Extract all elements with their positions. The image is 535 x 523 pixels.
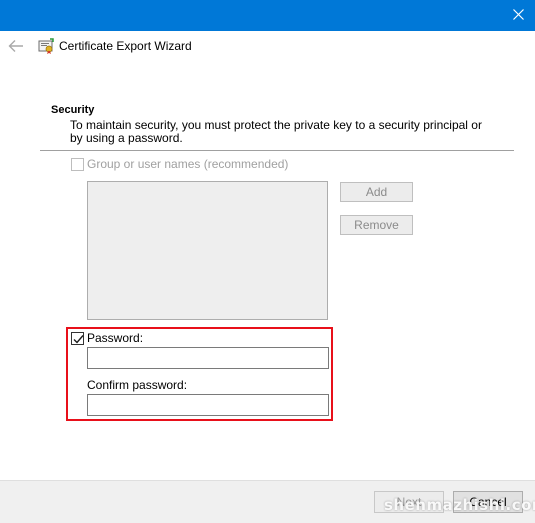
password-label: Password:: [87, 331, 144, 345]
back-arrow-icon[interactable]: [8, 39, 24, 53]
section-heading: Security: [51, 104, 95, 116]
password-checkbox[interactable]: [71, 332, 84, 345]
group-user-listbox[interactable]: [87, 181, 328, 320]
group-names-checkbox[interactable]: [71, 158, 84, 171]
checkmark-icon: [73, 335, 84, 344]
remove-button[interactable]: Remove: [340, 215, 413, 235]
certificate-wizard-icon: [37, 37, 55, 55]
password-input[interactable]: [87, 347, 329, 369]
group-names-label: Group or user names (recommended): [87, 157, 289, 171]
section-description: To maintain security, you must protect t…: [70, 118, 482, 145]
confirm-password-label: Confirm password:: [87, 378, 188, 392]
watermark-text: shenmazhishi.com: [384, 496, 535, 514]
add-button[interactable]: Add: [340, 182, 413, 202]
wizard-title: Certificate Export Wizard: [59, 39, 192, 53]
title-bar: [0, 0, 535, 31]
separator: [40, 150, 514, 151]
confirm-password-input[interactable]: [87, 394, 329, 416]
wizard-header: Certificate Export Wizard: [0, 31, 535, 61]
close-icon[interactable]: [507, 4, 529, 26]
